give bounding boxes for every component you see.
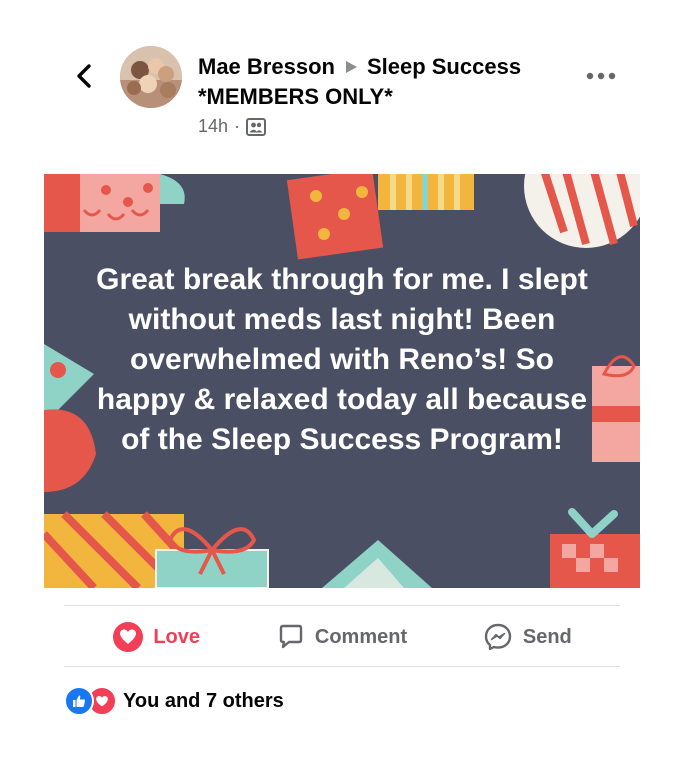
post-image-text: Great break through for me. I slept with… xyxy=(96,263,588,456)
more-options-button[interactable] xyxy=(582,64,620,88)
author-name[interactable]: Mae Bresson xyxy=(198,52,335,82)
like-reaction-icon xyxy=(64,686,94,716)
love-button[interactable]: Love xyxy=(64,612,249,662)
group-members-icon xyxy=(246,117,267,136)
more-horizontal-icon xyxy=(586,72,616,80)
meta-separator: · xyxy=(234,116,241,136)
group-name[interactable]: Sleep Success xyxy=(367,52,521,82)
send-label: Send xyxy=(522,625,572,648)
comment-button[interactable]: Comment xyxy=(249,612,434,662)
reaction-icons xyxy=(64,686,117,716)
messenger-icon xyxy=(484,623,512,651)
reactions-count-text: You and 7 others xyxy=(123,689,284,712)
divider-top xyxy=(64,605,620,606)
action-bar: Love Comment Send xyxy=(64,612,620,662)
arrow-right-icon xyxy=(345,61,357,73)
divider-bottom xyxy=(64,666,620,667)
post-time[interactable]: 14h xyxy=(198,116,228,137)
comment-icon xyxy=(279,624,303,649)
send-button[interactable]: Send xyxy=(435,612,620,662)
back-button[interactable] xyxy=(66,58,102,94)
avatar[interactable] xyxy=(120,46,182,108)
comment-label: Comment xyxy=(314,625,408,648)
love-label: Love xyxy=(153,625,200,648)
reactions-summary[interactable]: You and 7 others xyxy=(64,686,284,716)
post-image[interactable]: Great break through for me. I slept with… xyxy=(44,174,640,588)
chevron-left-icon xyxy=(77,64,91,88)
love-reaction-icon xyxy=(113,622,144,652)
post-header: Mae Bresson Sleep Success *MEMBERS ONLY*… xyxy=(198,52,578,137)
group-name-line2[interactable]: *MEMBERS ONLY* xyxy=(198,82,578,112)
